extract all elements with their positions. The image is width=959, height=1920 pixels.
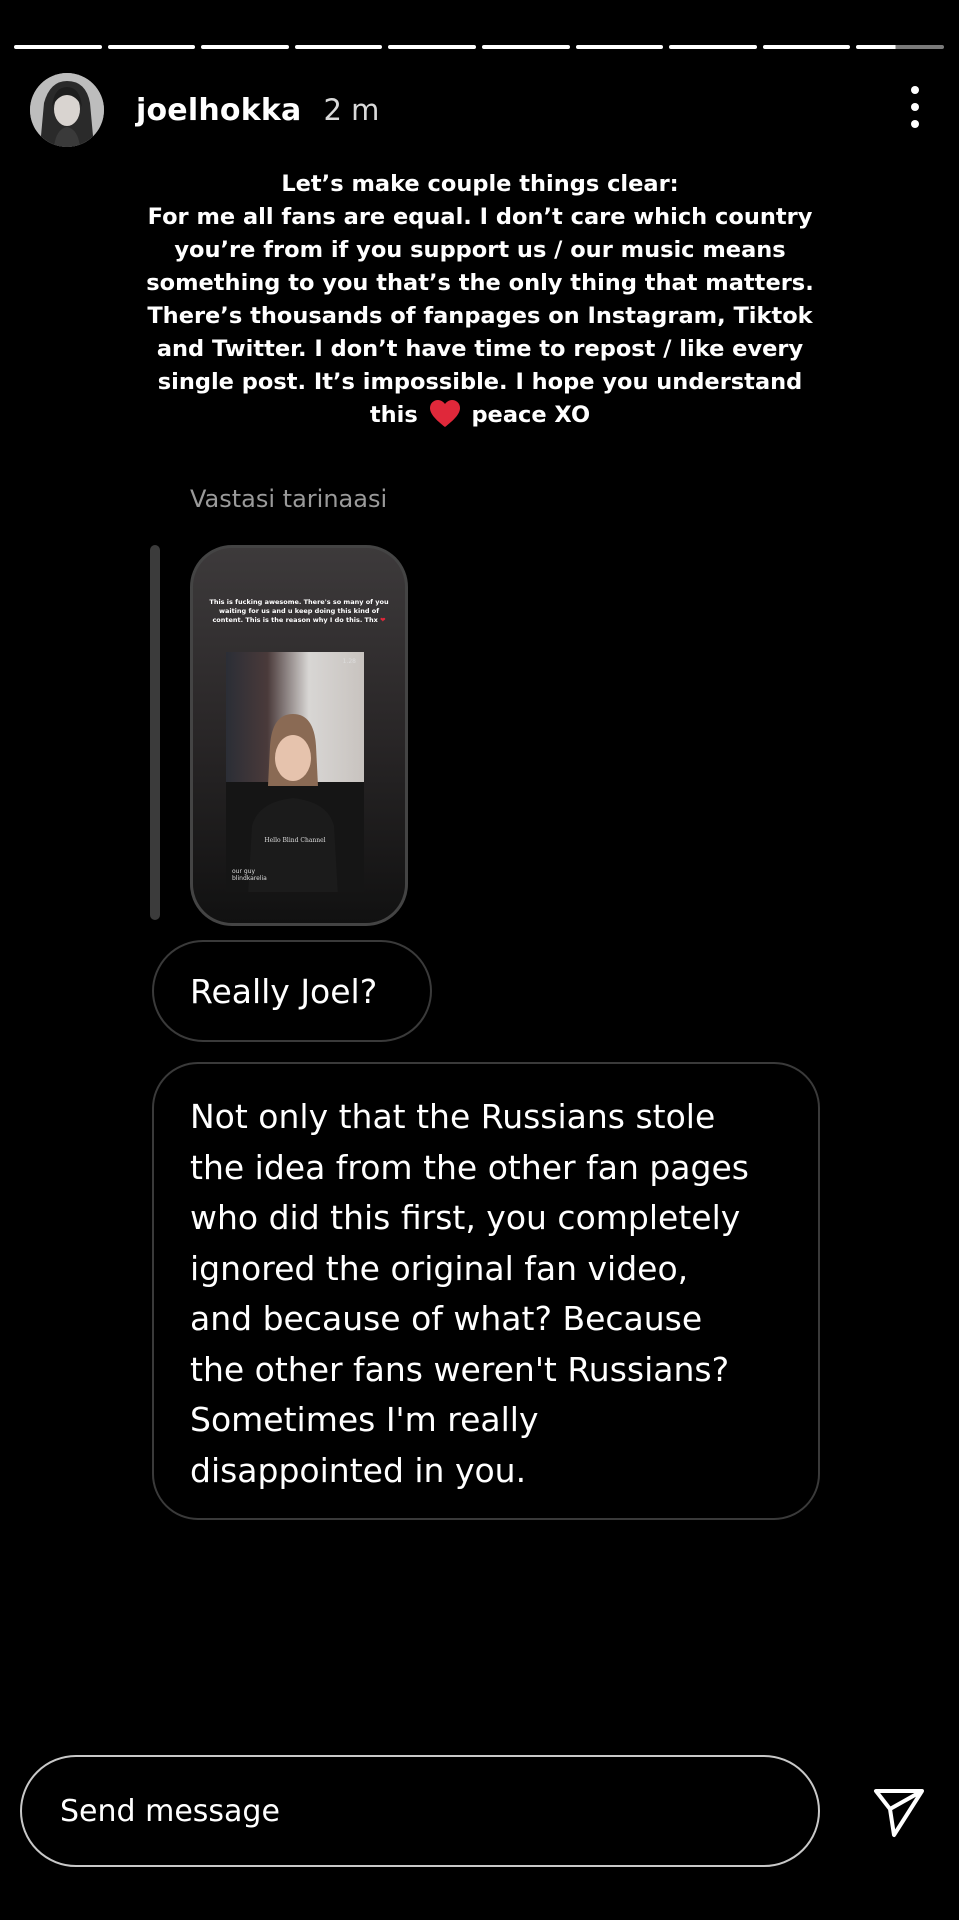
message-line: who did this first, you completely	[190, 1198, 741, 1237]
send-message-placeholder: Send message	[60, 1793, 280, 1829]
progress-segment	[294, 45, 383, 49]
progress-segment	[201, 45, 289, 49]
caption-line: single post. It’s impossible. I hope you…	[157, 369, 803, 395]
progress-segment	[481, 45, 570, 49]
replied-story-thumbnail[interactable]: This is fucking awesome. There's so many…	[190, 545, 408, 926]
caption-text: this	[369, 402, 418, 428]
reply-indicator-bar	[150, 545, 160, 920]
thumbnail-overlay-text: Hello Blind Channel	[264, 837, 326, 844]
thumbnail-video-frame: 1.28 Hello Blind Channel our guy blindka…	[226, 652, 364, 892]
message-line: ignored the original fan video,	[190, 1248, 689, 1288]
thumbnail-text: This is fucking awesome. There's so many…	[209, 598, 389, 624]
thumbnail-count: 1.28	[342, 658, 356, 665]
message-line: Sometimes I'm really	[190, 1400, 539, 1439]
message-bubble: Not only that the Russians stole the ide…	[152, 1062, 820, 1520]
caption-line-last: this peace XO	[130, 399, 830, 437]
username[interactable]: joelhokka	[136, 93, 301, 128]
caption-line: and Twitter. I don’t have time to repost…	[156, 336, 804, 362]
progress-segment	[762, 45, 851, 49]
message-text: Really Joel?	[190, 971, 378, 1011]
progress-segment	[669, 45, 757, 49]
message-line: and because of what? Because	[190, 1299, 703, 1338]
message-line: the idea from the other fan pages	[190, 1147, 749, 1187]
story-caption: Let’s make couple things clear: For me a…	[130, 168, 830, 437]
message-line: the other fans weren't Russians?	[190, 1349, 730, 1389]
send-message-input[interactable]: Send message	[20, 1755, 820, 1867]
avatar[interactable]	[30, 73, 104, 147]
message-bubble: Really Joel?	[152, 940, 432, 1042]
message-line: Not only that the Russians stole	[190, 1097, 716, 1136]
caption-line: something to you that’s the only thing t…	[146, 270, 814, 296]
progress-segment	[14, 45, 102, 49]
progress-segment	[107, 45, 196, 49]
caption-line: There’s thousands of fanpages on Instagr…	[147, 303, 813, 329]
more-options-icon[interactable]	[903, 86, 927, 128]
story-header: joelhokka 2 m	[30, 72, 939, 148]
caption-line: Let’s make couple things clear:	[281, 171, 679, 197]
thumbnail-tag: our guy blindkarelia	[232, 868, 267, 882]
story-progress-bar	[14, 45, 944, 49]
timestamp: 2 m	[323, 93, 380, 127]
caption-text: peace XO	[471, 402, 591, 428]
message-line: disappointed in you.	[190, 1450, 527, 1490]
caption-line: For me all fans are equal. I don’t care …	[147, 204, 813, 230]
replied-to-story-label: Vastasi tarinaasi	[190, 485, 388, 513]
progress-segment	[575, 45, 664, 49]
send-icon[interactable]	[872, 1785, 926, 1839]
progress-segment	[388, 45, 476, 49]
red-heart-icon	[429, 400, 460, 437]
caption-line: you’re from if you support us / our musi…	[174, 237, 786, 263]
progress-segment-current	[856, 45, 944, 49]
person-figure	[248, 714, 338, 892]
